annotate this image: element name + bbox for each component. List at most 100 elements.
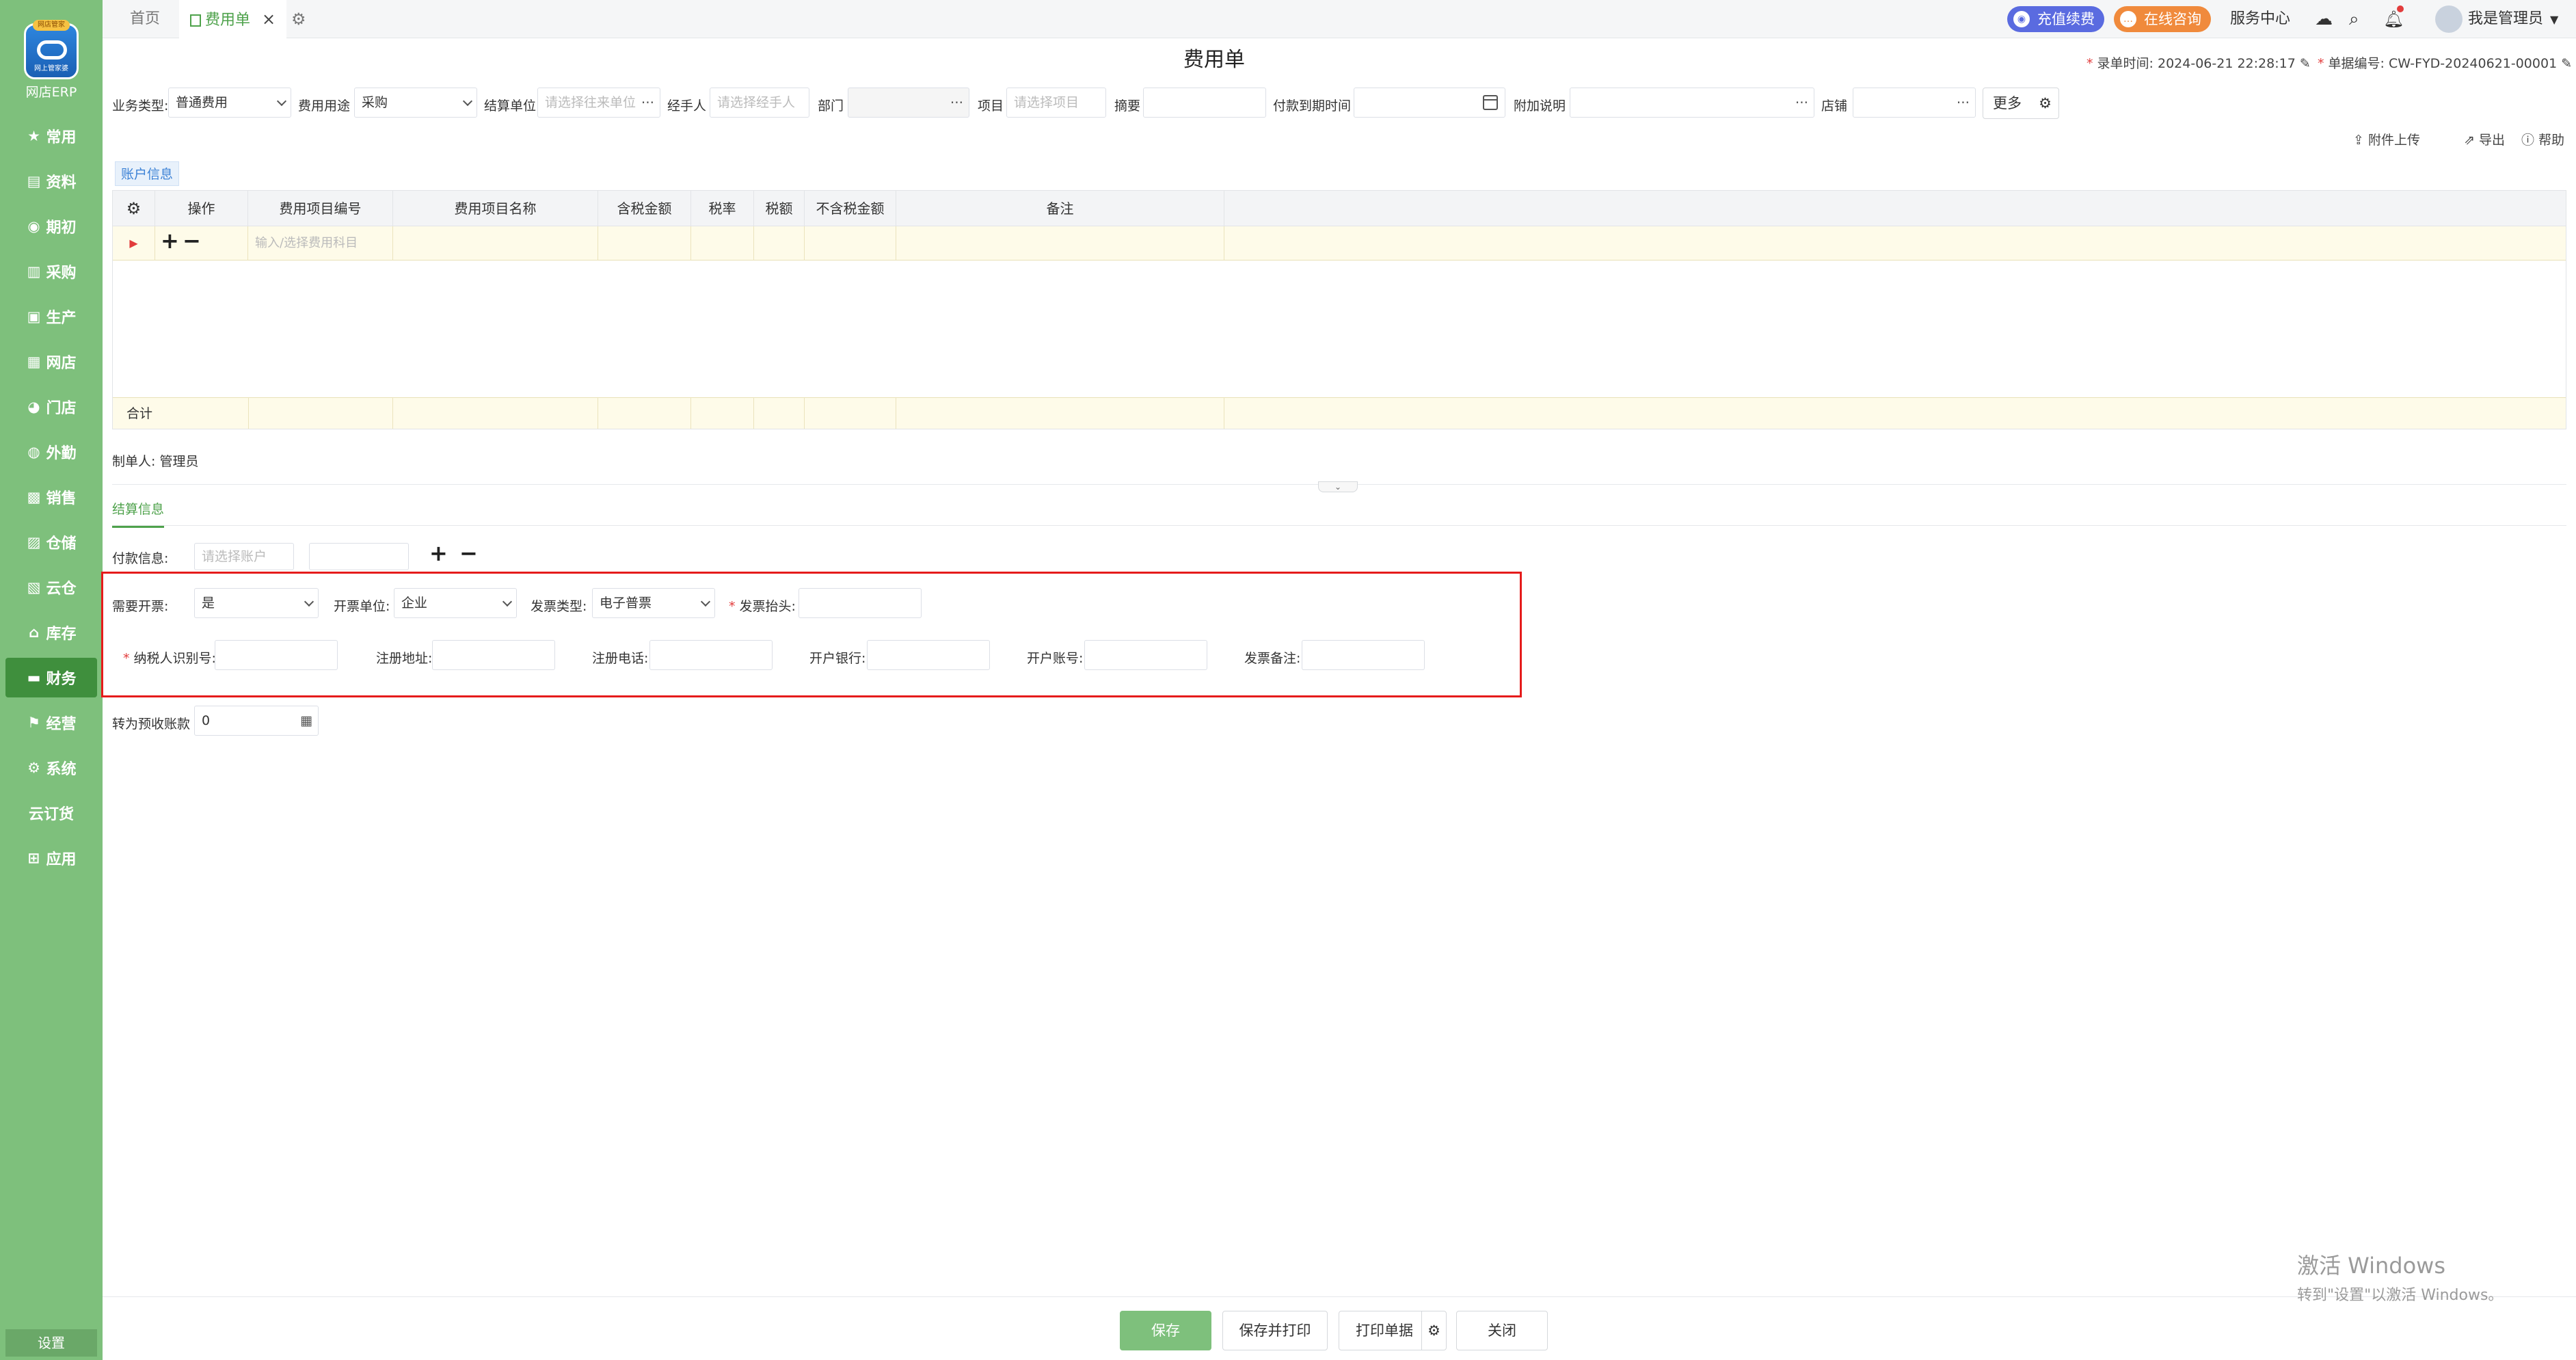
sidebar-item[interactable]: ◍ 外勤 (5, 432, 97, 472)
sidebar-item[interactable]: ⚙ 系统 (5, 748, 97, 788)
business-type-select[interactable]: 普通费用 (168, 88, 291, 118)
sidebar-item-label: 期初 (46, 219, 77, 237)
cloud-upload-icon[interactable]: ☁ (2315, 0, 2333, 38)
settle-unit-input[interactable]: 请选择往来单位 ··· (537, 88, 660, 118)
invoice-type-select[interactable]: 电子普票 (592, 588, 715, 618)
taxpayer-id-input[interactable] (215, 640, 338, 670)
edit-icon[interactable]: ✎ (2300, 56, 2311, 71)
shop-input[interactable]: ··· (1853, 88, 1976, 118)
help-label: 帮助 (2538, 133, 2565, 148)
save-print-button[interactable]: 保存并打印 (1222, 1311, 1328, 1350)
payment-account-select[interactable]: 请选择账户 (194, 543, 294, 570)
sidebar-item[interactable]: ⌂ 库存 (5, 613, 97, 652)
dept-input[interactable]: ··· (848, 88, 969, 118)
remove-row-icon[interactable]: − (183, 228, 201, 254)
total-cell (896, 398, 1224, 429)
sidebar-item[interactable]: ▤ 资料 (5, 161, 97, 201)
tab-expense-bill[interactable]: 费用单 × (179, 0, 287, 38)
calendar-icon[interactable] (1483, 95, 1498, 110)
handler-input[interactable]: 请选择经手人 (710, 88, 809, 118)
app-logo[interactable]: 网店管家 网上管家婆 (24, 20, 79, 79)
extra-note-input[interactable]: ··· (1570, 88, 1814, 118)
gear-icon[interactable]: ⚙ (291, 0, 306, 38)
column-settings-icon[interactable]: ⚙ (113, 191, 155, 226)
tab-settlement-info[interactable]: 结算信息 (112, 499, 165, 528)
bell-icon[interactable]: 🔔︎ (2383, 0, 2404, 38)
consult-button[interactable]: … 在线咨询 (2114, 6, 2211, 32)
print-button[interactable]: 打印单据 ⚙ (1339, 1311, 1447, 1350)
payment-amount-input[interactable] (309, 543, 409, 570)
calculator-icon[interactable]: ▦ (300, 706, 312, 735)
sidebar-item[interactable]: ▣ 生产 (5, 297, 97, 336)
logo-ribbon: 网店管家 (33, 20, 70, 31)
project-input[interactable]: 请选择项目 (1006, 88, 1106, 118)
sidebar-item[interactable]: 云订货 (5, 793, 97, 833)
invoice-unit-select[interactable]: 企业 (394, 588, 517, 618)
bank-input[interactable] (867, 640, 990, 670)
sidebar-item[interactable]: ★ 常用 (5, 116, 97, 156)
user-menu[interactable]: 我是管理员 ▼ (2435, 0, 2558, 38)
remove-payment-icon[interactable]: − (459, 540, 478, 566)
need-invoice-select[interactable]: 是 (194, 588, 319, 618)
edit-icon[interactable]: ✎ (2561, 56, 2572, 71)
recharge-button[interactable]: ◉ 充值续费 (2007, 6, 2104, 32)
add-payment-icon[interactable]: + (429, 540, 448, 566)
search-icon[interactable]: ⌕ (2349, 0, 2359, 38)
collapse-toggle-chevron-icon[interactable]: ⌄ (1318, 481, 1358, 492)
sidebar-item[interactable]: ◉ 期初 (5, 206, 97, 246)
sidebar-item-label: 系统 (46, 761, 77, 778)
invoice-header-input[interactable] (799, 588, 922, 618)
sidebar-item[interactable]: ▬ 财务 (5, 658, 97, 697)
service-center-link[interactable]: 服务中心 (2230, 0, 2290, 38)
pay-due-date-input[interactable] (1354, 88, 1505, 118)
tax-incl-cell[interactable] (598, 226, 691, 260)
export-button[interactable]: ⇗ 导出 (2464, 130, 2505, 148)
sidebar-item[interactable]: ⊞ 应用 (5, 838, 97, 878)
advance-input[interactable]: 0 ▦ (194, 706, 319, 736)
close-button[interactable]: 关闭 (1456, 1311, 1548, 1350)
more-button[interactable]: 更多 ⚙ (1983, 88, 2059, 119)
sidebar-item[interactable]: ▦ 网店 (5, 342, 97, 382)
invoice-remark-input[interactable] (1302, 640, 1425, 670)
sidebar-item[interactable]: ▧ 云仓 (5, 568, 97, 607)
gear-icon[interactable]: ⚙ (1421, 1311, 1446, 1350)
production-icon: ▣ (27, 308, 41, 325)
sidebar-item[interactable]: ▨ 仓储 (5, 522, 97, 562)
system-icon: ⚙ (27, 760, 40, 776)
save-button[interactable]: 保存 (1120, 1311, 1211, 1350)
close-icon[interactable]: × (262, 10, 276, 29)
sidebar-item[interactable]: ▩ 销售 (5, 477, 97, 517)
tax-cell[interactable] (754, 226, 805, 260)
taxpayer-id-label: * 纳税人识别号: (123, 651, 216, 666)
reg-phone-input[interactable] (649, 640, 773, 670)
summary-input[interactable] (1143, 88, 1266, 118)
attach-upload-button[interactable]: ⇪ 附件上传 (2353, 130, 2420, 148)
tab-home[interactable]: 首页 (130, 0, 160, 38)
tax-rate-cell[interactable] (691, 226, 754, 260)
sidebar-settings-button[interactable]: 设置 (5, 1329, 97, 1357)
remark-cell[interactable] (896, 226, 1224, 260)
table-row[interactable]: ▶ + − 输入/选择费用科目 (113, 226, 2566, 261)
item-name-cell[interactable] (393, 226, 598, 260)
sidebar-item[interactable]: ⚑ 经营 (5, 703, 97, 743)
column-header-item-code: 费用项目编号 (248, 191, 393, 226)
expense-use-select[interactable]: 采购 (354, 88, 477, 118)
more-dots-icon[interactable]: ··· (1795, 88, 1808, 117)
reg-address-input[interactable] (432, 640, 555, 670)
sidebar-item-label: 资料 (46, 174, 77, 191)
tax-excl-cell[interactable] (805, 226, 896, 260)
tab-account-info[interactable]: 账户信息 (115, 161, 179, 186)
more-dots-icon[interactable]: ··· (1957, 88, 1970, 117)
help-button[interactable]: ⓘ 帮助 (2521, 130, 2564, 148)
wallet-icon: ◉ (2013, 11, 2030, 27)
invoice-unit-label: 开票单位: (334, 599, 390, 614)
column-header-tax-excl: 不含税金额 (805, 191, 896, 226)
more-dots-icon[interactable]: ··· (641, 88, 654, 117)
sidebar-item[interactable]: ◕ 门店 (5, 387, 97, 427)
item-code-input[interactable]: 输入/选择费用科目 (248, 226, 393, 260)
sidebar-item[interactable]: ▥ 采购 (5, 252, 97, 291)
account-no-input[interactable] (1084, 640, 1207, 670)
more-dots-icon[interactable]: ··· (950, 88, 963, 117)
add-row-icon[interactable]: + (161, 228, 179, 254)
invoice-header-label: * 发票抬头: (729, 599, 796, 614)
